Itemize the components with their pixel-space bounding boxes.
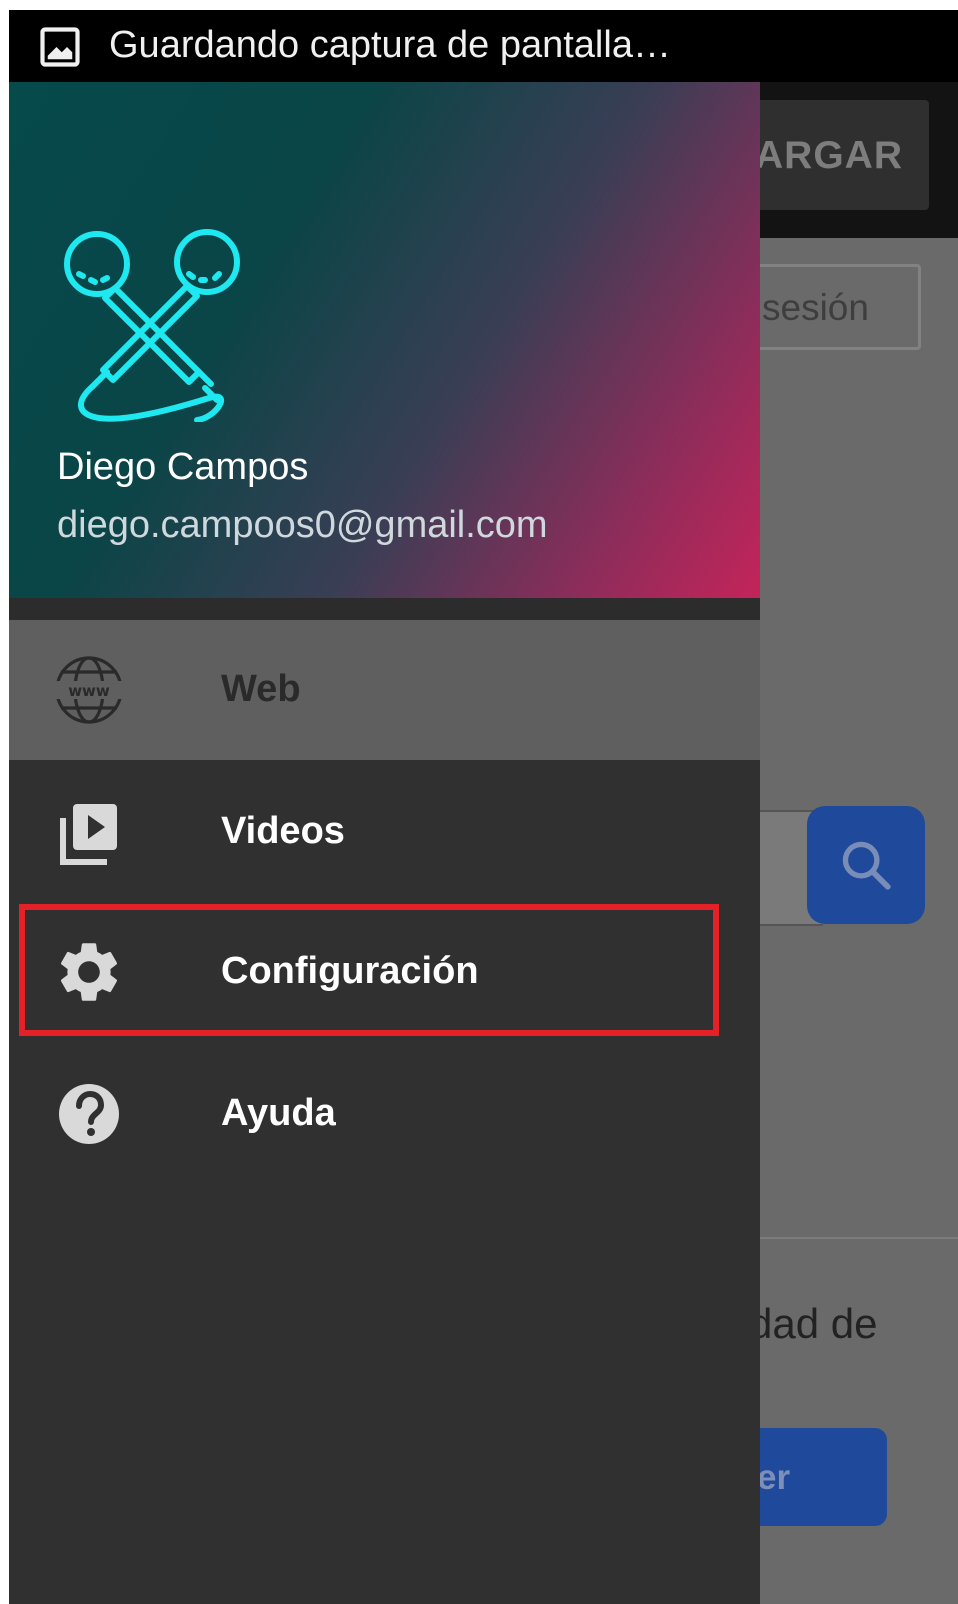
background-blue-button-label: er — [757, 1458, 791, 1497]
user-email: diego.campoos0@gmail.com — [57, 504, 548, 546]
phone-screen: ARGAR sesión dad de er Guardando captura… — [9, 10, 958, 1604]
menu-item-label: Web — [221, 668, 301, 710]
background-search-button — [807, 806, 925, 924]
help-circle-icon — [59, 1084, 119, 1144]
menu-item-label: Videos — [221, 810, 345, 852]
drawer-header: Diego Campos diego.campoos0@gmail.com — [9, 82, 760, 598]
status-text: Guardando captura de pantalla… — [109, 24, 671, 66]
background-blue-button: er — [739, 1428, 887, 1526]
header-divider — [9, 598, 760, 620]
menu-item-web[interactable]: www Web — [9, 620, 760, 760]
menu-item-ayuda[interactable]: Ayuda — [9, 1044, 760, 1184]
image-icon — [40, 27, 80, 67]
highlight-box — [19, 904, 719, 1036]
menu-item-videos[interactable]: Videos — [9, 762, 760, 902]
user-name: Diego Campos — [57, 446, 309, 488]
svg-text:www: www — [68, 682, 110, 700]
search-icon — [842, 841, 891, 890]
background-download-label: ARGAR — [755, 134, 903, 177]
background-text: dad de — [749, 1300, 878, 1347]
globe-www-icon: www — [55, 656, 123, 724]
crossed-microphones-icon — [64, 229, 240, 422]
background-divider — [729, 1237, 958, 1239]
menu-item-label: Ayuda — [221, 1092, 336, 1134]
status-bar: Guardando captura de pantalla… — [9, 10, 958, 82]
video-library-icon — [60, 804, 117, 865]
background-session-label: sesión — [762, 287, 869, 328]
